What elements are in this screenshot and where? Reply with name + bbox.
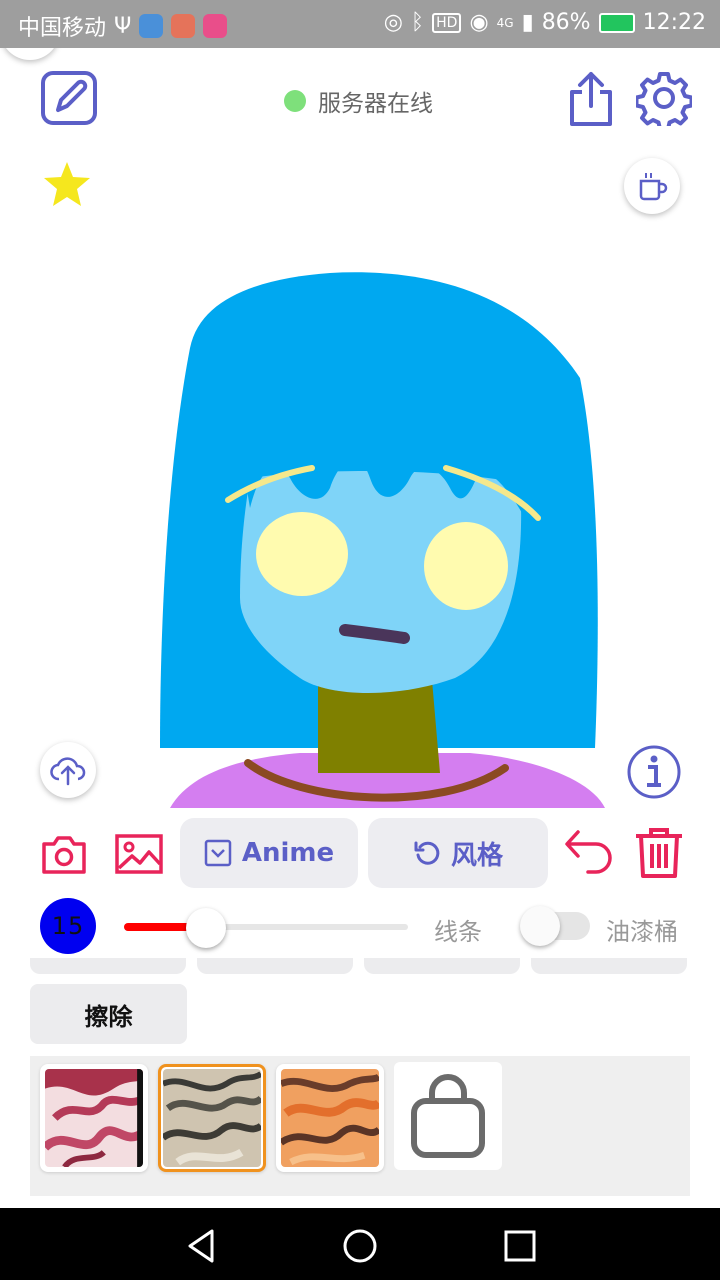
cloud-upload-button[interactable] (40, 742, 96, 798)
chip-stub[interactable] (531, 958, 687, 974)
star-icon[interactable] (42, 160, 92, 208)
navigation-bar (0, 1208, 720, 1280)
style-button[interactable]: 风格 (368, 818, 548, 888)
status-bar: 中国移动 Ψ ◎ ᛒ HD ◉ 4G ▮ 86% 12:22 (0, 0, 720, 48)
style-thumbnail-selected[interactable] (158, 1064, 266, 1172)
chip-stub[interactable] (30, 958, 186, 974)
chip-stub[interactable] (364, 958, 520, 974)
recents-icon[interactable] (500, 1226, 540, 1266)
gear-icon[interactable] (636, 70, 692, 126)
server-status-label: 服务器在线 (318, 91, 433, 117)
edit-icon[interactable] (40, 70, 98, 126)
anime-label: Anime (241, 838, 335, 868)
brush-size-indicator[interactable]: 15 (40, 898, 96, 954)
trash-icon[interactable] (632, 826, 686, 880)
coffee-cup-icon (639, 173, 668, 201)
cloud-upload-icon (50, 757, 86, 786)
battery-percent: 86% (541, 10, 591, 35)
hotspot-icon: ◎ (383, 10, 403, 35)
home-icon[interactable] (340, 1226, 380, 1266)
checkbox-icon (204, 839, 232, 867)
style-preview-image (160, 1069, 264, 1167)
radio-notification-icon (171, 14, 196, 38)
shop-button[interactable] (394, 1062, 502, 1170)
bilibili-notification-icon (203, 14, 228, 38)
battery-icon (598, 12, 635, 33)
style-thumbnail[interactable] (40, 1064, 148, 1172)
drawing (160, 272, 605, 808)
style-preview-image (279, 1069, 382, 1167)
app-notification-icon (139, 14, 164, 38)
clock: 12:22 (642, 10, 706, 35)
shopping-bag-icon (411, 1074, 485, 1158)
toggle-thumb (520, 906, 560, 946)
chip-stub[interactable] (197, 958, 353, 974)
style-label: 风格 (450, 840, 503, 871)
drawing-canvas[interactable] (0, 228, 720, 808)
bluetooth-icon: ᛒ (410, 10, 425, 35)
server-status: 服务器在线 (284, 84, 433, 118)
style-preview-image (41, 1069, 146, 1169)
style-strip (30, 1056, 690, 1196)
rotate-icon (414, 841, 440, 865)
carrier-label: 中国移动 (18, 16, 107, 41)
usb-icon: Ψ (114, 13, 132, 39)
image-icon[interactable] (114, 832, 164, 876)
hd-icon: HD (432, 12, 462, 33)
style-thumbnail[interactable] (276, 1064, 384, 1172)
share-icon[interactable] (566, 70, 616, 128)
erase-label: 擦除 (84, 1002, 133, 1031)
bucket-toggle[interactable] (520, 906, 592, 946)
erase-button[interactable]: 擦除 (30, 984, 187, 1044)
network-label: 4G (496, 15, 514, 30)
server-status-dot (284, 90, 306, 112)
camera-icon[interactable] (40, 832, 88, 876)
line-mode-label: 线条 (434, 918, 482, 946)
brush-size-value: 15 (51, 912, 85, 940)
brush-size-slider[interactable] (124, 908, 408, 948)
coffee-button[interactable] (624, 158, 680, 214)
eye-icon: ◉ (469, 10, 489, 35)
slider-thumb[interactable] (186, 908, 226, 948)
bucket-mode-label: 油漆桶 (606, 918, 678, 946)
back-icon[interactable] (182, 1226, 222, 1266)
undo-icon[interactable] (562, 828, 616, 878)
signal-icon: ▮ (521, 10, 534, 35)
anime-button[interactable]: Anime (180, 818, 358, 888)
info-icon[interactable] (626, 744, 682, 800)
